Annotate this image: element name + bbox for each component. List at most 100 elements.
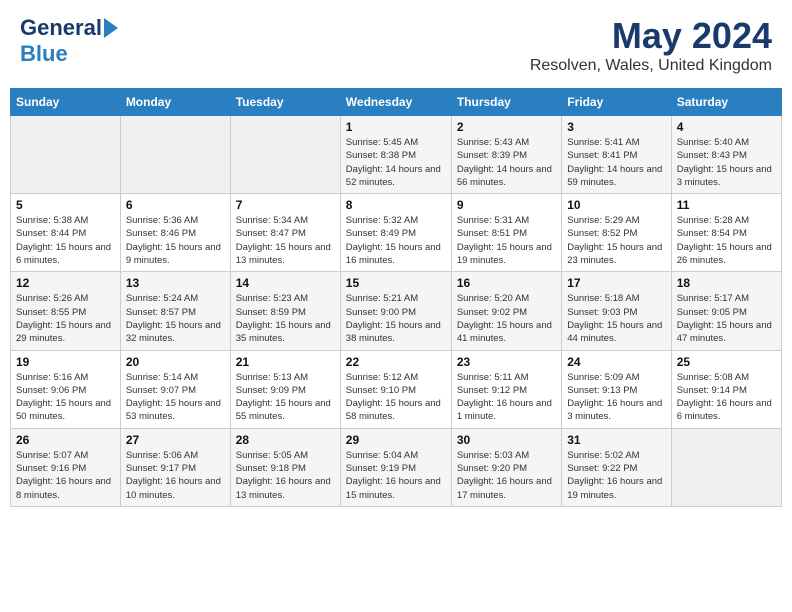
day-info: Sunrise: 5:34 AMSunset: 8:47 PMDaylight:… [236, 214, 335, 267]
day-info: Sunrise: 5:12 AMSunset: 9:10 PMDaylight:… [346, 371, 446, 424]
day-number: 24 [567, 355, 665, 369]
day-info: Sunrise: 5:17 AMSunset: 9:05 PMDaylight:… [677, 292, 776, 345]
calendar-cell: 16 Sunrise: 5:20 AMSunset: 9:02 PMDayligh… [451, 272, 561, 350]
calendar-week-row: 19 Sunrise: 5:16 AMSunset: 9:06 PMDayligh… [11, 350, 782, 428]
calendar-cell: 24 Sunrise: 5:09 AMSunset: 9:13 PMDayligh… [562, 350, 671, 428]
calendar-cell: 1 Sunrise: 5:45 AMSunset: 8:38 PMDaylight… [340, 116, 451, 194]
calendar-cell: 4 Sunrise: 5:40 AMSunset: 8:43 PMDaylight… [671, 116, 781, 194]
day-info: Sunrise: 5:11 AMSunset: 9:12 PMDaylight:… [457, 371, 556, 424]
day-number: 16 [457, 276, 556, 290]
day-number: 12 [16, 276, 115, 290]
day-info: Sunrise: 5:28 AMSunset: 8:54 PMDaylight:… [677, 214, 776, 267]
calendar-cell: 19 Sunrise: 5:16 AMSunset: 9:06 PMDayligh… [11, 350, 121, 428]
day-info: Sunrise: 5:24 AMSunset: 8:57 PMDaylight:… [126, 292, 225, 345]
weekday-header-monday: Monday [120, 89, 230, 116]
calendar-header: SundayMondayTuesdayWednesdayThursdayFrid… [11, 89, 782, 116]
day-number: 10 [567, 198, 665, 212]
day-number: 19 [16, 355, 115, 369]
calendar-week-row: 1 Sunrise: 5:45 AMSunset: 8:38 PMDaylight… [11, 116, 782, 194]
day-number: 4 [677, 120, 776, 134]
calendar-cell: 21 Sunrise: 5:13 AMSunset: 9:09 PMDayligh… [230, 350, 340, 428]
day-number: 6 [126, 198, 225, 212]
calendar-cell: 22 Sunrise: 5:12 AMSunset: 9:10 PMDayligh… [340, 350, 451, 428]
day-number: 9 [457, 198, 556, 212]
day-number: 15 [346, 276, 446, 290]
day-info: Sunrise: 5:02 AMSunset: 9:22 PMDaylight:… [567, 449, 665, 502]
day-info: Sunrise: 5:08 AMSunset: 9:14 PMDaylight:… [677, 371, 776, 424]
day-number: 11 [677, 198, 776, 212]
weekday-header-tuesday: Tuesday [230, 89, 340, 116]
day-info: Sunrise: 5:14 AMSunset: 9:07 PMDaylight:… [126, 371, 225, 424]
calendar-cell: 11 Sunrise: 5:28 AMSunset: 8:54 PMDayligh… [671, 194, 781, 272]
calendar-cell: 9Sunrise: 5:31 AMSunset: 8:51 PMDaylight… [451, 194, 561, 272]
location-title: Resolven, Wales, United Kingdom [530, 57, 772, 75]
calendar-week-row: 5Sunrise: 5:38 AMSunset: 8:44 PMDaylight… [11, 194, 782, 272]
calendar-table: SundayMondayTuesdayWednesdayThursdayFrid… [10, 88, 782, 507]
weekday-header-sunday: Sunday [11, 89, 121, 116]
weekday-header-saturday: Saturday [671, 89, 781, 116]
day-number: 3 [567, 120, 665, 134]
day-info: Sunrise: 5:13 AMSunset: 9:09 PMDaylight:… [236, 371, 335, 424]
day-number: 1 [346, 120, 446, 134]
calendar-cell: 6 Sunrise: 5:36 AMSunset: 8:46 PMDaylight… [120, 194, 230, 272]
day-number: 18 [677, 276, 776, 290]
day-info: Sunrise: 5:41 AMSunset: 8:41 PMDaylight:… [567, 136, 665, 189]
calendar-cell: 8 Sunrise: 5:32 AMSunset: 8:49 PMDaylight… [340, 194, 451, 272]
day-number: 21 [236, 355, 335, 369]
calendar-cell: 17 Sunrise: 5:18 AMSunset: 9:03 PMDayligh… [562, 272, 671, 350]
title-block: May 2024 Resolven, Wales, United Kingdom [530, 15, 772, 75]
day-number: 17 [567, 276, 665, 290]
calendar-cell: 28Sunrise: 5:05 AMSunset: 9:18 PMDayligh… [230, 428, 340, 506]
calendar-cell [230, 116, 340, 194]
day-info: Sunrise: 5:20 AMSunset: 9:02 PMDaylight:… [457, 292, 556, 345]
day-number: 23 [457, 355, 556, 369]
calendar-week-row: 12 Sunrise: 5:26 AMSunset: 8:55 PMDayligh… [11, 272, 782, 350]
logo-blue-text: Blue [20, 41, 68, 67]
day-info: Sunrise: 5:40 AMSunset: 8:43 PMDaylight:… [677, 136, 776, 189]
calendar-cell: 12 Sunrise: 5:26 AMSunset: 8:55 PMDayligh… [11, 272, 121, 350]
calendar-cell: 30Sunrise: 5:03 AMSunset: 9:20 PMDayligh… [451, 428, 561, 506]
month-title: May 2024 [530, 15, 772, 57]
day-number: 7 [236, 198, 335, 212]
day-info: Sunrise: 5:05 AMSunset: 9:18 PMDaylight:… [236, 449, 335, 502]
day-info: Sunrise: 5:07 AMSunset: 9:16 PMDaylight:… [16, 449, 115, 502]
day-number: 31 [567, 433, 665, 447]
day-info: Sunrise: 5:29 AMSunset: 8:52 PMDaylight:… [567, 214, 665, 267]
day-number: 29 [346, 433, 446, 447]
calendar-cell: 18 Sunrise: 5:17 AMSunset: 9:05 PMDayligh… [671, 272, 781, 350]
day-number: 8 [346, 198, 446, 212]
day-number: 2 [457, 120, 556, 134]
day-info: Sunrise: 5:43 AMSunset: 8:39 PMDaylight:… [457, 136, 556, 189]
calendar-cell: 7 Sunrise: 5:34 AMSunset: 8:47 PMDaylight… [230, 194, 340, 272]
day-number: 25 [677, 355, 776, 369]
day-info: Sunrise: 5:16 AMSunset: 9:06 PMDaylight:… [16, 371, 115, 424]
day-info: Sunrise: 5:26 AMSunset: 8:55 PMDaylight:… [16, 292, 115, 345]
logo-general-text: General [20, 15, 102, 41]
calendar-cell: 23 Sunrise: 5:11 AMSunset: 9:12 PMDayligh… [451, 350, 561, 428]
calendar-cell: 27Sunrise: 5:06 AMSunset: 9:17 PMDayligh… [120, 428, 230, 506]
day-number: 14 [236, 276, 335, 290]
weekday-header-friday: Friday [562, 89, 671, 116]
day-info: Sunrise: 5:36 AMSunset: 8:46 PMDaylight:… [126, 214, 225, 267]
day-info: Sunrise: 5:21 AMSunset: 9:00 PMDaylight:… [346, 292, 446, 345]
day-info: Sunrise: 5:18 AMSunset: 9:03 PMDaylight:… [567, 292, 665, 345]
calendar-cell: 3 Sunrise: 5:41 AMSunset: 8:41 PMDaylight… [562, 116, 671, 194]
day-number: 27 [126, 433, 225, 447]
calendar-cell: 31 Sunrise: 5:02 AMSunset: 9:22 PMDayligh… [562, 428, 671, 506]
logo: General Blue [20, 15, 118, 67]
calendar-cell [120, 116, 230, 194]
calendar-body: 1 Sunrise: 5:45 AMSunset: 8:38 PMDaylight… [11, 116, 782, 507]
calendar-cell: 26Sunrise: 5:07 AMSunset: 9:16 PMDayligh… [11, 428, 121, 506]
day-number: 22 [346, 355, 446, 369]
day-info: Sunrise: 5:45 AMSunset: 8:38 PMDaylight:… [346, 136, 446, 189]
day-info: Sunrise: 5:32 AMSunset: 8:49 PMDaylight:… [346, 214, 446, 267]
calendar-cell: 14Sunrise: 5:23 AMSunset: 8:59 PMDayligh… [230, 272, 340, 350]
day-number: 13 [126, 276, 225, 290]
weekday-header-row: SundayMondayTuesdayWednesdayThursdayFrid… [11, 89, 782, 116]
logo-arrow-icon [104, 18, 118, 38]
calendar-cell: 29Sunrise: 5:04 AMSunset: 9:19 PMDayligh… [340, 428, 451, 506]
day-info: Sunrise: 5:09 AMSunset: 9:13 PMDaylight:… [567, 371, 665, 424]
calendar-cell: 2 Sunrise: 5:43 AMSunset: 8:39 PMDaylight… [451, 116, 561, 194]
calendar-cell: 15 Sunrise: 5:21 AMSunset: 9:00 PMDayligh… [340, 272, 451, 350]
calendar-cell [671, 428, 781, 506]
